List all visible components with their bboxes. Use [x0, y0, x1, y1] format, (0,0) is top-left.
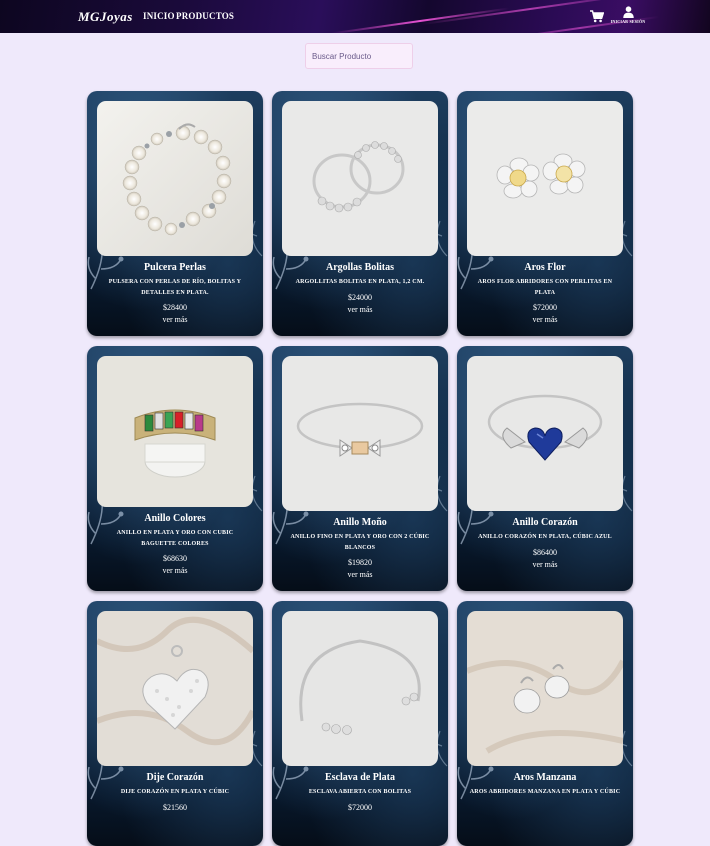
product-price: $72000	[533, 303, 557, 312]
product-image-apple-earrings	[467, 611, 623, 766]
product-card[interactable]: Dije Corazón Dije corazón en plata y cúb…	[87, 601, 263, 846]
nav-link-inicio[interactable]: INICIO	[143, 11, 175, 21]
nav-link-productos[interactable]: PRODUCTOS	[176, 11, 234, 21]
product-description: Esclava abierta con bolitas	[308, 789, 412, 795]
product-name: Esclava de Plata	[325, 772, 395, 783]
product-price: $24000	[348, 293, 372, 302]
product-description: Anillo fino en plata y oro con 2 cúbic b…	[290, 534, 430, 551]
product-card[interactable]: Argollas Bolitas Argollitas bolitas en p…	[272, 91, 448, 336]
product-description: Anillo en plata y oro con cubic baguette…	[116, 530, 234, 547]
product-name: Aros Manzana	[513, 772, 577, 783]
top-navbar: MGJoyas INICIO PRODUCTOS Iniciar sesión	[0, 0, 710, 33]
product-description: Aros flor abridores con perlitas en plat…	[477, 279, 613, 296]
product-image-hoop-earrings	[282, 101, 438, 256]
product-card[interactable]: Aros Flor Aros flor abridores con perlit…	[457, 91, 633, 336]
see-more-link[interactable]: ver más	[272, 570, 448, 579]
product-card[interactable]: Anillo Colores Anillo en plata y oro con…	[87, 346, 263, 591]
product-name: Argollas Bolitas	[325, 262, 395, 273]
product-image-heart-ring	[467, 356, 623, 511]
product-card[interactable]: Anillo Corazón Anillo corazón en plata, …	[457, 346, 633, 591]
see-more-link[interactable]: ver más	[457, 560, 633, 569]
login-label: Iniciar sesión	[610, 19, 646, 24]
see-more-link[interactable]: ver más	[457, 315, 633, 324]
see-more-link[interactable]: ver más	[87, 566, 263, 575]
product-name: Anillo Moño	[333, 517, 387, 528]
product-description: Aros abridores manzana en plata y cúbic	[469, 789, 621, 795]
user-icon	[622, 6, 634, 18]
product-description: Argollitas bolitas en plata, 1,2 cm.	[295, 279, 425, 285]
product-name: Anillo Corazón	[512, 517, 578, 528]
product-image-bow-ring	[282, 356, 438, 511]
product-name: Dije Corazón	[146, 772, 204, 783]
search-input[interactable]	[305, 43, 413, 69]
see-more-link[interactable]: ver más	[272, 305, 448, 314]
product-card[interactable]: Aros Manzana Aros abridores manzana en p…	[457, 601, 633, 846]
product-image-silver-bangle	[282, 611, 438, 766]
brand-logo[interactable]: MGJoyas	[78, 9, 133, 25]
login-button[interactable]: Iniciar sesión	[606, 6, 650, 28]
product-price: $19820	[348, 558, 372, 567]
product-name: Pulcera Perlas	[144, 262, 206, 273]
product-name: Anillo Colores	[144, 513, 206, 524]
product-name: Aros Flor	[524, 262, 566, 273]
product-price: $28400	[163, 303, 187, 312]
product-price: $86400	[533, 548, 557, 557]
product-card[interactable]: Pulcera Perlas Pulsera con perlas de río…	[87, 91, 263, 336]
product-image-color-ring	[97, 356, 253, 507]
product-image-flower-earrings	[467, 101, 623, 256]
product-description: Dije corazón en plata y cúbic	[120, 789, 230, 795]
product-card[interactable]: Anillo Moño Anillo fino en plata y oro c…	[272, 346, 448, 591]
cart-icon[interactable]	[590, 10, 605, 23]
product-card[interactable]: Esclava de Plata Esclava abierta con bol…	[272, 601, 448, 846]
product-image-pearl-bracelet	[97, 101, 253, 256]
product-description: Pulsera con perlas de río, bolitas y det…	[108, 279, 242, 296]
header-decoration	[330, 7, 510, 33]
see-more-link[interactable]: ver más	[87, 315, 263, 324]
product-description: Anillo corazón en plata, cúbic azul	[478, 534, 612, 540]
product-price: $68630	[163, 554, 187, 563]
product-image-heart-pendant	[97, 611, 253, 766]
